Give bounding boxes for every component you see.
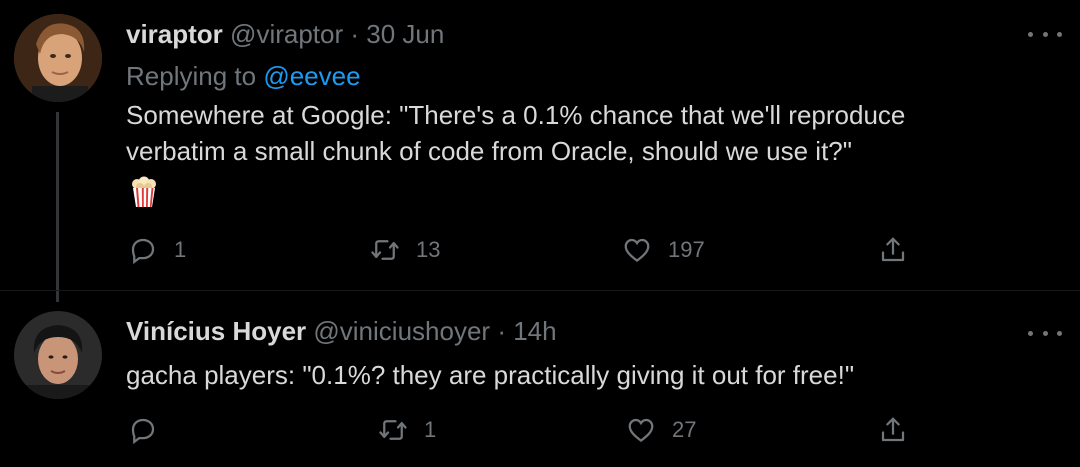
avatar[interactable] [14,311,102,399]
author-handle[interactable]: @viraptor [230,19,343,49]
reply-button[interactable]: 1 [128,230,186,270]
replying-prefix: Replying to [126,61,257,91]
more-options-icon[interactable] [1028,323,1062,343]
reply-count: 1 [174,237,187,262]
tweet[interactable]: viraptor @viraptor · 30 Jun Replying to … [0,0,1080,302]
heart-icon [624,238,650,263]
share-icon [881,237,905,262]
thread-line [56,112,59,302]
reply-icon [131,238,155,265]
share-icon [881,417,905,442]
timestamp[interactable]: 14h [513,316,556,346]
retweet-count: 1 [424,417,437,442]
popcorn-icon [132,176,156,207]
share-button[interactable] [878,230,908,270]
reply-icon [131,418,155,445]
tweet-header: viraptor @viraptor · 30 Jun [126,18,444,50]
avatar[interactable] [14,14,102,102]
retweet-icon [371,240,399,260]
author-handle[interactable]: @viniciushoyer [313,316,490,346]
replying-to: Replying to @eevee [126,60,361,92]
tweet-actions: 1 13 197 [126,230,926,270]
author-name[interactable]: viraptor [126,19,223,49]
reply-mention-link[interactable]: @eevee [263,61,360,91]
more-options-icon[interactable] [1028,24,1062,44]
like-button[interactable]: 197 [622,230,705,270]
separator-dot: · [350,19,360,49]
tweet-header: Vinícius Hoyer @viniciushoyer · 14h [126,315,557,347]
separator-dot: · [497,316,506,346]
reply-button[interactable] [128,410,174,450]
share-button[interactable] [878,410,908,450]
like-button[interactable]: 27 [626,410,696,450]
like-count: 27 [672,417,697,442]
retweet-count: 13 [416,237,441,262]
retweet-icon [379,420,407,440]
heart-icon [628,418,654,443]
retweet-button[interactable]: 13 [370,230,440,270]
tweet-actions: 1 27 [126,410,926,450]
tweet-text: gacha players: "0.1%? they are practical… [126,360,855,390]
like-count: 197 [668,237,705,262]
retweet-button[interactable]: 1 [378,410,436,450]
tweet-text: Somewhere at Google: "There's a 0.1% cha… [126,100,906,166]
timestamp[interactable]: 30 Jun [366,19,444,49]
author-name[interactable]: Vinícius Hoyer [126,316,306,346]
